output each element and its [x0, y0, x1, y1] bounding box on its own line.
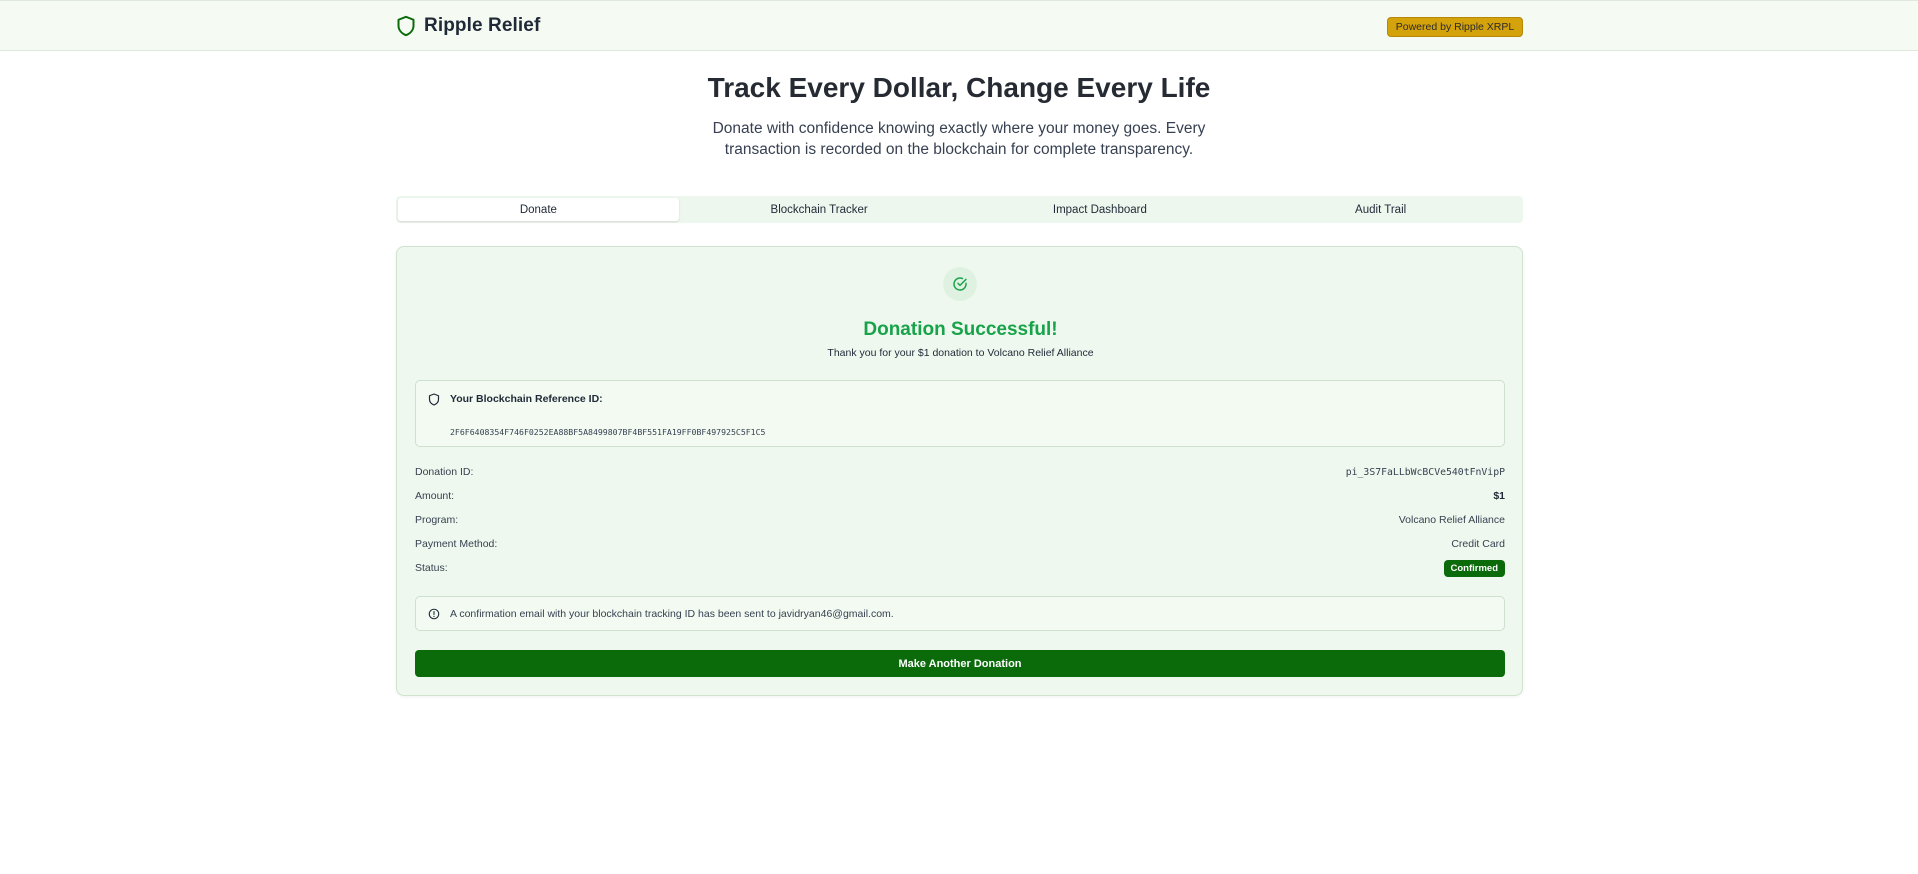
detail-row-program: Program: Volcano Relief Alliance — [415, 512, 1505, 528]
make-another-donation-button[interactable]: Make Another Donation — [415, 650, 1505, 677]
top-navbar: Ripple Relief Powered by Ripple XRPL — [0, 0, 1918, 51]
blockchain-reference-box: Your Blockchain Reference ID: 2F6F640835… — [415, 380, 1505, 447]
tab-blockchain-tracker[interactable]: Blockchain Tracker — [679, 198, 960, 221]
tab-impact-dashboard[interactable]: Impact Dashboard — [960, 198, 1241, 221]
page-subtitle: Donate with confidence knowing exactly w… — [712, 120, 1206, 158]
confirmation-text: A confirmation email with your blockchai… — [450, 607, 894, 620]
brand-logo[interactable]: Ripple Relief — [396, 15, 540, 37]
tab-audit-trail[interactable]: Audit Trail — [1240, 198, 1521, 221]
success-message: Thank you for your $1 donation to Volcan… — [827, 347, 1094, 359]
status-badge: Confirmed — [1443, 559, 1505, 577]
detail-row-payment-method: Payment Method: Credit Card — [415, 536, 1505, 552]
payment-method-value: Credit Card — [1451, 538, 1505, 550]
donation-id-label: Donation ID: — [415, 466, 474, 478]
shield-icon — [428, 393, 440, 406]
page-title: Track Every Dollar, Change Every Life — [707, 72, 1211, 103]
payment-method-label: Payment Method: — [415, 538, 498, 550]
reference-label: Your Blockchain Reference ID: — [450, 393, 603, 405]
confirmation-notice: A confirmation email with your blockchai… — [415, 596, 1505, 631]
donation-id-value: pi_3S7FaLLbWcBCVe540tFnVipP — [1345, 466, 1505, 478]
amount-label: Amount: — [415, 490, 455, 502]
brand-name: Ripple Relief — [424, 15, 541, 36]
detail-row-status: Status: Confirmed — [415, 559, 1505, 577]
shield-icon — [397, 15, 415, 37]
powered-by-badge: Powered by Ripple XRPL — [1387, 17, 1523, 37]
detail-row-donation-id: Donation ID: pi_3S7FaLLbWcBCVe540tFnVipP — [415, 464, 1505, 480]
detail-row-amount: Amount: $1 — [415, 488, 1505, 504]
success-title: Donation Successful! — [863, 319, 1058, 340]
check-circle-icon — [953, 277, 967, 291]
program-value: Volcano Relief Alliance — [1398, 514, 1505, 526]
info-icon — [428, 608, 440, 619]
main-tabs: Donate Blockchain Tracker Impact Dashboa… — [396, 196, 1523, 223]
amount-value: $1 — [1493, 490, 1505, 502]
reference-hash[interactable]: 2F6F6408354F746F0252EA88BF5A8499807BF4BF… — [450, 427, 765, 437]
program-label: Program: — [415, 514, 459, 526]
status-label: Status: — [415, 562, 448, 574]
success-badge — [943, 267, 977, 301]
tab-donate[interactable]: Donate — [398, 198, 679, 221]
donation-success-card: Donation Successful! Thank you for your … — [396, 246, 1523, 696]
